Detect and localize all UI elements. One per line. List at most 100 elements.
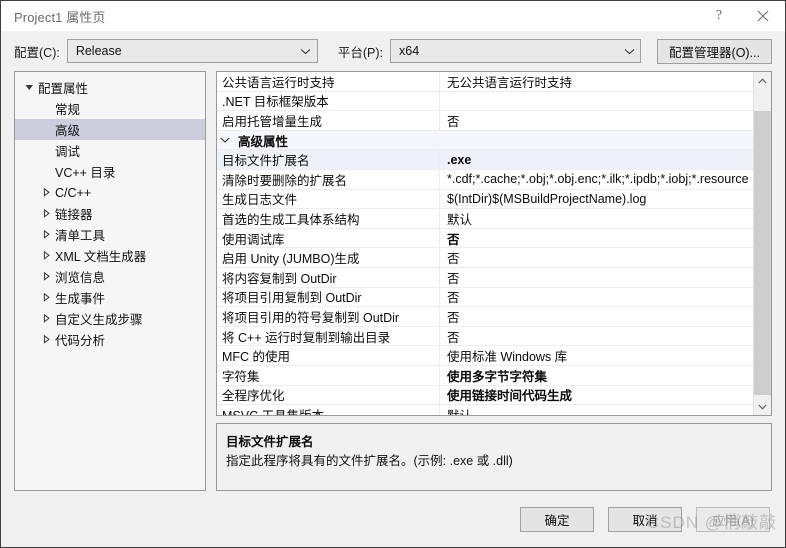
property-value[interactable]: 否 [439, 326, 753, 346]
property-name: 生成日志文件 [222, 193, 298, 208]
property-value[interactable]: 无公共语言运行时支持 [439, 72, 753, 91]
tree-item-12[interactable]: 代码分析 [15, 329, 205, 350]
property-name: 启用托管增量生成 [222, 114, 323, 129]
scrollbar-thumb[interactable] [754, 111, 771, 395]
help-button[interactable]: ? [697, 1, 741, 31]
scroll-up-button[interactable] [754, 72, 771, 89]
close-button[interactable] [741, 1, 785, 31]
ok-button[interactable]: 确定 [520, 506, 594, 532]
triangle-right-icon[interactable] [38, 251, 55, 260]
property-row[interactable]: 将项目引用的符号复制到 OutDir 否 [217, 307, 753, 327]
property-tree[interactable]: 配置属性常规高级调试 VC++ 目录 C/C++ 链接器清单工具 XML 文档生成器 浏览… [14, 71, 206, 491]
tree-item-8[interactable]: XML 文档生成器 [15, 245, 205, 266]
property-row[interactable]: 将 C++ 运行时复制到输出目录 否 [217, 326, 753, 347]
property-row[interactable]: 公共语言运行时支持 无公共语言运行时支持 [217, 72, 753, 92]
tree-item-4[interactable]: VC++ 目录 [15, 161, 205, 182]
property-row[interactable]: 全程序优化 使用链接时间代码生成 [217, 385, 753, 406]
chevron-down-icon [295, 48, 317, 55]
property-value[interactable]: 使用标准 Windows 库 [439, 346, 753, 365]
tree-item-1[interactable]: 常规 [15, 98, 205, 119]
tree-item-0[interactable]: 配置属性 [15, 77, 205, 98]
tree-item-5[interactable]: C/C++ [15, 182, 205, 203]
property-value[interactable]: 默认 [439, 405, 753, 415]
tree-item-label: C/C++ [55, 185, 92, 200]
property-name: 将项目引用复制到 OutDir [222, 291, 362, 306]
property-value[interactable]: 使用链接时间代码生成 [439, 385, 753, 405]
property-name: 清除时要删除的扩展名 [222, 173, 348, 188]
tree-item-3[interactable]: 调试 [15, 140, 205, 161]
triangle-down-icon[interactable] [21, 83, 38, 92]
title-bar-buttons: ? [697, 1, 785, 31]
scroll-down-button[interactable] [754, 398, 771, 415]
tree-item-label: XML 文档生成器 [55, 250, 147, 264]
property-value[interactable]: 否 [439, 248, 753, 267]
property-row[interactable]: 启用 Unity (JUMBO)生成 否 [217, 248, 753, 268]
property-pages-dialog: Project1 属性页 ? 配置(C): Release 平台(P): x64 [0, 0, 786, 548]
property-value[interactable]: 否 [439, 287, 753, 307]
property-value[interactable]: 否 [439, 267, 753, 287]
configuration-dropdown[interactable]: Release [66, 39, 318, 63]
property-value[interactable]: *.cdf;*.cache;*.obj;*.obj.enc;*.ilk;*.ip… [439, 169, 753, 189]
description-pane: 目标文件扩展名 指定此程序将具有的文件扩展名。(示例: .exe 或 .dll) [216, 423, 772, 491]
property-row[interactable]: MFC 的使用 使用标准 Windows 库 [217, 346, 753, 366]
property-value[interactable] [439, 131, 753, 150]
triangle-right-icon[interactable] [38, 293, 55, 302]
property-value[interactable]: 否 [439, 111, 753, 130]
tree-item-label: 高级 [55, 124, 81, 138]
tree-item-9[interactable]: 浏览信息 [15, 266, 205, 287]
property-name: 将 C++ 运行时复制到输出目录 [222, 330, 391, 345]
cancel-button[interactable]: 取消 [608, 506, 682, 532]
property-value[interactable]: $(IntDir)$(MSBuildProjectName).log [439, 189, 753, 209]
property-row[interactable]: 使用调试库 否 [217, 228, 753, 249]
tree-item-label: 链接器 [55, 208, 93, 222]
tree-item-7[interactable]: 清单工具 [15, 224, 205, 245]
configuration-manager-button[interactable]: 配置管理器(O)... [657, 38, 772, 64]
property-row[interactable]: 清除时要删除的扩展名 *.cdf;*.cache;*.obj;*.obj.enc;… [217, 169, 753, 190]
property-name: 首选的生成工具体系结构 [222, 212, 360, 227]
property-row[interactable]: MSVC 工具集版本默认 [217, 405, 753, 415]
triangle-right-icon[interactable] [38, 314, 55, 323]
property-name: 使用调试库 [222, 232, 285, 247]
triangle-right-icon[interactable] [38, 188, 55, 197]
chevron-down-icon[interactable] [217, 137, 233, 143]
tree-item-10[interactable]: 生成事件 [15, 287, 205, 308]
property-row[interactable]: 目标文件扩展名 .exe [217, 150, 753, 170]
platform-dropdown[interactable]: x64 [390, 39, 642, 63]
property-grid-rows[interactable]: 公共语言运行时支持 无公共语言运行时支持 .NET 目标框架版本 启用托管增量生成否高… [217, 72, 753, 415]
property-row[interactable]: 将内容复制到 OutDir 否 [217, 267, 753, 288]
property-name: 将项目引用的符号复制到 OutDir [222, 310, 400, 325]
property-name: 字符集 [222, 369, 260, 384]
property-grid-scrollbar[interactable] [753, 72, 771, 415]
platform-label: 平台(P): [337, 45, 383, 60]
tree-item-6[interactable]: 链接器 [15, 203, 205, 224]
property-value[interactable]: 默认 [439, 209, 753, 228]
scrollbar-track[interactable] [754, 89, 771, 398]
tree-item-label: 常规 [55, 103, 81, 117]
property-value[interactable]: 使用多字节字符集 [439, 365, 753, 385]
property-value[interactable]: 否 [439, 228, 753, 248]
tree-item-2[interactable]: 高级 [15, 119, 205, 140]
tree-item-11[interactable]: 自定义生成步骤 [15, 308, 205, 329]
property-row[interactable]: .NET 目标框架版本 [217, 91, 753, 112]
triangle-right-icon[interactable] [38, 335, 55, 344]
property-row[interactable]: 生成日志文件 $(IntDir)$(MSBuildProjectName).log [217, 189, 753, 210]
property-group-row[interactable]: 高级属性 [217, 130, 753, 151]
property-row[interactable]: 字符集 使用多字节字符集 [217, 365, 753, 386]
triangle-right-icon[interactable] [38, 272, 55, 281]
right-pane: 公共语言运行时支持 无公共语言运行时支持 .NET 目标框架版本 启用托管增量生成否高… [216, 71, 772, 491]
property-value[interactable]: .exe [439, 150, 753, 169]
configuration-bar: 配置(C): Release 平台(P): x64 配置管理器(O)... [1, 31, 785, 71]
tree-item-label: 配置属性 [38, 82, 89, 96]
property-row[interactable]: 首选的生成工具体系结构 默认 [217, 209, 753, 229]
title-bar: Project1 属性页 ? [1, 1, 785, 31]
apply-button: 应用(A) [696, 506, 770, 532]
property-value[interactable] [439, 91, 753, 111]
tree-item-label: 浏览信息 [55, 271, 106, 285]
triangle-right-icon[interactable] [38, 230, 55, 239]
property-value[interactable]: 否 [439, 307, 753, 326]
property-row[interactable]: 启用托管增量生成 否 [217, 111, 753, 131]
description-body: 指定此程序将具有的文件扩展名。(示例: .exe 或 .dll) [226, 454, 513, 468]
triangle-right-icon[interactable] [38, 209, 55, 218]
property-row[interactable]: 将项目引用复制到 OutDir 否 [217, 287, 753, 308]
configuration-value: Release [75, 44, 122, 58]
